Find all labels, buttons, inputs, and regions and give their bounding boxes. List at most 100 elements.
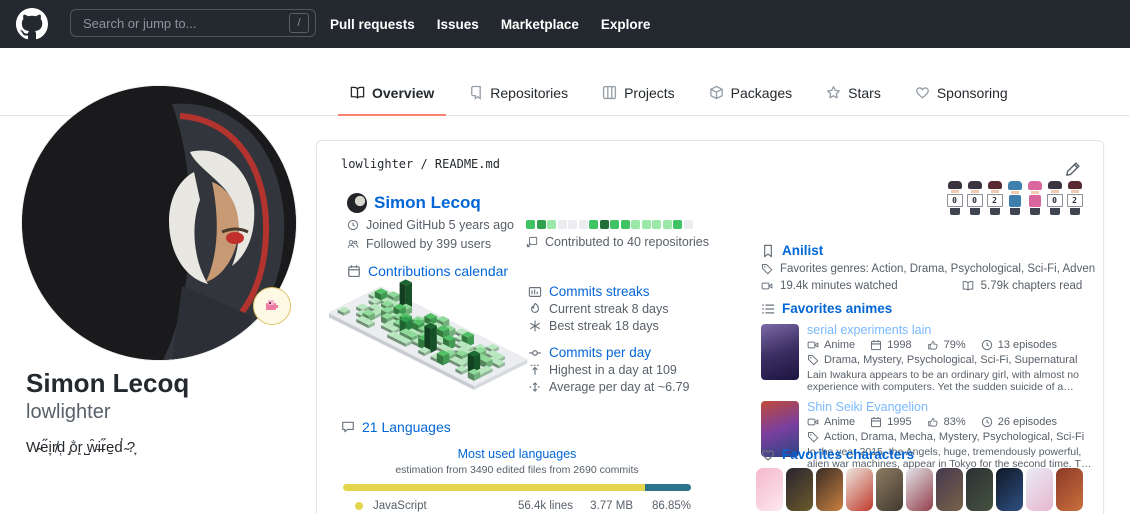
heart-icon — [915, 85, 930, 100]
character-avatar[interactable] — [1056, 468, 1083, 511]
anilist-link[interactable]: Anilist — [782, 243, 823, 258]
favorites-animes-link[interactable]: Favorites animes — [782, 301, 892, 316]
calendar-icon — [870, 416, 882, 428]
joined-text: Joined GitHub 5 years ago — [366, 218, 514, 232]
anime-episodes: 26 episodes — [998, 416, 1057, 428]
profile-name: Simon Lecoq — [26, 368, 189, 399]
tab-label: Packages — [731, 85, 792, 101]
pixel-sprite: 0 — [965, 181, 984, 215]
pixel-pet-icon — [263, 297, 281, 315]
anilist-block: Anilist Favorites genres: Action, Drama,… — [761, 243, 1095, 292]
language-name: JavaScript — [373, 500, 495, 512]
character-avatar[interactable] — [846, 468, 873, 511]
anime-title-link[interactable]: serial experiments lain — [807, 324, 1093, 337]
isometric-calendar — [329, 275, 539, 406]
readme-path[interactable]: lowlighter / README.md — [341, 157, 500, 171]
readme-user-block: Simon Lecoq Joined GitHub 5 years ago Fo… — [347, 193, 537, 279]
character-avatar[interactable] — [756, 468, 783, 511]
character-avatar[interactable] — [876, 468, 903, 511]
anime-score: 79% — [944, 339, 966, 351]
anime-title-link[interactable]: Shin Seiki Evangelion — [807, 401, 1093, 414]
anime-cover[interactable] — [761, 324, 799, 380]
status-emoji-badge[interactable] — [253, 287, 291, 325]
clock-icon — [347, 219, 359, 231]
tab-packages[interactable]: Packages — [697, 71, 804, 116]
tab-sponsoring[interactable]: Sponsoring — [903, 71, 1020, 116]
readme-card: lowlighter / README.md Simon Lecoq Joine… — [316, 140, 1104, 514]
star-icon — [826, 85, 841, 100]
search-box[interactable]: / — [70, 9, 316, 37]
contributed-icon — [526, 236, 538, 248]
tab-projects[interactable]: Projects — [590, 71, 687, 116]
tab-overview[interactable]: Overview — [338, 71, 446, 116]
tab-repositories[interactable]: Repositories — [456, 71, 580, 116]
languages-bar — [343, 484, 691, 491]
thumbs-up-icon — [927, 416, 939, 428]
arrow-top-icon — [528, 363, 542, 377]
nav-marketplace[interactable]: Marketplace — [501, 17, 579, 32]
github-logo-icon[interactable] — [16, 8, 48, 40]
pencil-icon[interactable] — [1065, 161, 1081, 177]
streaks-block: Commits streaks Current streak 8 days Be… — [528, 284, 768, 394]
language-dot — [355, 502, 363, 510]
book-icon — [350, 85, 365, 100]
tag-icon — [807, 354, 819, 366]
character-avatar[interactable] — [996, 468, 1023, 511]
current-streak-text: Current streak 8 days — [549, 302, 669, 316]
character-avatar[interactable] — [936, 468, 963, 511]
chapters-read-text: 5.79k chapters read — [981, 280, 1083, 292]
contribution-squares — [526, 220, 766, 229]
anime-year: 1995 — [887, 416, 911, 428]
repo-icon — [468, 85, 483, 100]
contributed-text: Contributed to 40 repositories — [545, 235, 709, 249]
profile-login: lowlighter — [26, 401, 110, 424]
commits-streaks-link[interactable]: Commits streaks — [549, 284, 650, 299]
anime-item: serial experiments lain Anime 1998 79% 1… — [761, 324, 1101, 393]
anime-episodes: 13 episodes — [998, 339, 1057, 351]
anime-type: Anime — [824, 339, 855, 351]
video-icon — [807, 416, 819, 428]
search-input[interactable] — [81, 15, 289, 32]
video-icon — [761, 280, 773, 292]
favorite-genres-text: Favorites genres: Action, Drama, Psychol… — [780, 263, 1095, 275]
anime-type: Anime — [824, 416, 855, 428]
contributions-block: Contributed to 40 repositories — [526, 220, 766, 249]
people-icon — [347, 238, 359, 250]
anime-tags: Action, Drama, Mecha, Mystery, Psycholog… — [824, 431, 1084, 443]
nav-explore[interactable]: Explore — [601, 17, 651, 32]
readme-user-name[interactable]: Simon Lecoq — [374, 193, 481, 213]
language-percent: 86.85% — [633, 500, 691, 512]
tag-icon — [761, 263, 773, 275]
anime-score: 83% — [944, 416, 966, 428]
tab-label: Projects — [624, 85, 675, 101]
top-navbar: / Pull requests Issues Marketplace Explo… — [0, 0, 1130, 48]
tab-label: Stars — [848, 85, 881, 101]
character-avatar[interactable] — [786, 468, 813, 511]
nav-pull-requests[interactable]: Pull requests — [330, 17, 415, 32]
languages-count-link[interactable]: 21 Languages — [362, 419, 451, 435]
profile-avatar[interactable] — [22, 86, 296, 360]
favorites-characters-block: Favorites characters — [761, 447, 1101, 511]
favorites-characters-link[interactable]: Favorites characters — [782, 447, 914, 462]
anime-description: Lain Iwakura appears to be an ordinary g… — [807, 369, 1093, 393]
character-avatar[interactable] — [1026, 468, 1053, 511]
nav-issues[interactable]: Issues — [437, 17, 479, 32]
tab-label: Sponsoring — [937, 85, 1008, 101]
most-used-languages-title: Most used languages — [341, 447, 693, 461]
mini-avatar — [347, 193, 367, 213]
commit-icon — [528, 346, 542, 360]
heart-icon — [761, 448, 775, 462]
character-avatar[interactable] — [906, 468, 933, 511]
languages-block: 21 Languages Most used languages estimat… — [341, 419, 693, 514]
comment-icon — [341, 420, 355, 434]
tab-stars[interactable]: Stars — [814, 71, 893, 116]
minutes-watched-text: 19.4k minutes watched — [780, 280, 898, 292]
character-avatar[interactable] — [816, 468, 843, 511]
languages-caption: estimation from 3490 edited files from 2… — [341, 464, 693, 476]
pixel-followers-counter: 00202 — [945, 181, 1084, 215]
pixel-sprite: 0 — [945, 181, 964, 215]
tab-label: Overview — [372, 85, 434, 101]
commits-per-day-link[interactable]: Commits per day — [549, 345, 651, 360]
character-avatar[interactable] — [966, 468, 993, 511]
tag-icon — [807, 431, 819, 443]
